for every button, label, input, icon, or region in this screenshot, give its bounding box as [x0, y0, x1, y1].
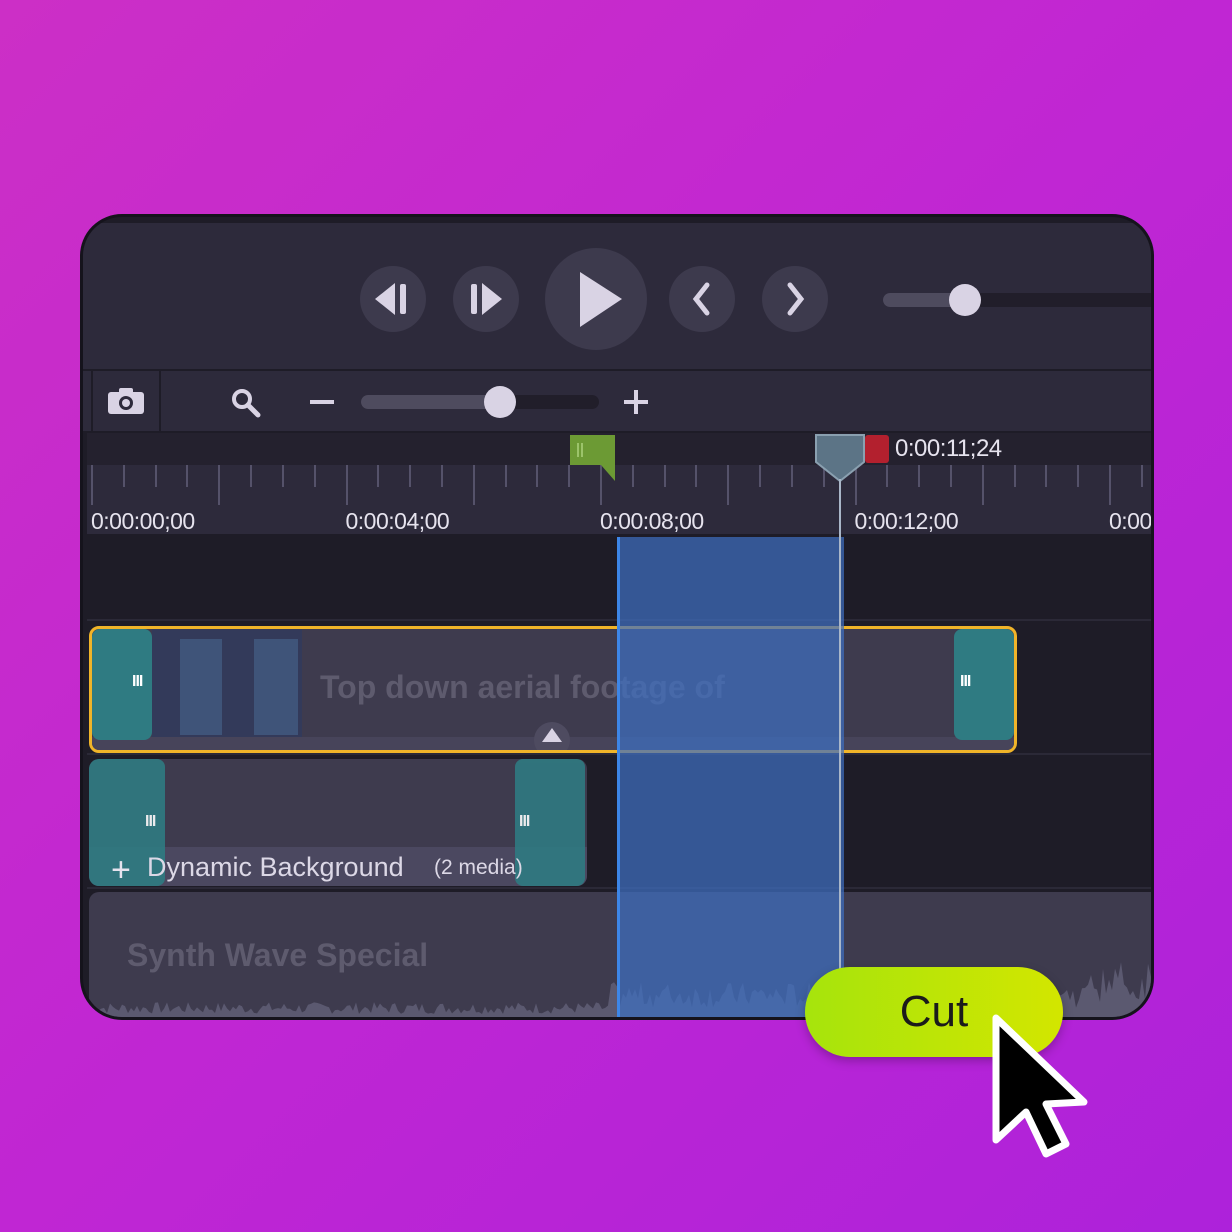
camera-icon [108, 388, 144, 414]
grip-icon: III [145, 813, 156, 830]
zoom-slider-knob[interactable] [484, 386, 516, 418]
time-ruler[interactable]: 0:00:00;00 0:00:04;00 0:00:08;00 0:00:12;00… [87, 465, 1152, 534]
ruler-tick [440, 465, 443, 487]
ruler-tick [536, 465, 539, 487]
ruler-tick [886, 465, 889, 487]
ruler-tick [281, 465, 284, 487]
play-icon [580, 272, 622, 327]
plus-icon[interactable]: + [111, 851, 131, 886]
ruler-tick [1077, 465, 1080, 487]
ruler-tick [409, 465, 412, 487]
ruler-tick [313, 465, 316, 487]
playhead-line[interactable] [839, 479, 841, 1017]
ruler-tick [1013, 465, 1016, 487]
ruler-label: 0:00:08;00 [600, 508, 704, 534]
mouse-cursor-icon [992, 1014, 1088, 1158]
ruler-tick [1045, 465, 1048, 487]
ruler-tick [949, 465, 952, 487]
media-count: (2 media) [434, 856, 523, 879]
expand-button[interactable] [534, 722, 570, 750]
ruler-label: 0:00 [1109, 508, 1152, 534]
clip-thumbnail [180, 639, 222, 735]
ruler-tick [663, 465, 666, 487]
playback-controls [83, 223, 1151, 369]
chevron-left-icon [692, 282, 710, 316]
ruler-tick [218, 465, 221, 505]
zoom-slider[interactable] [361, 386, 599, 418]
ruler-tick [790, 465, 793, 487]
zoom-in-button[interactable] [624, 390, 648, 414]
timeline-editor-window: 0:00:00;00 0:00:04;00 0:00:08;00 0:00:12;00… [80, 214, 1154, 1020]
ruler-label: 0:00:00;00 [91, 508, 195, 534]
ruler-tick [695, 465, 698, 487]
selection-range[interactable] [617, 537, 844, 1017]
ruler-tick [1140, 465, 1143, 487]
step-forward-button[interactable] [453, 266, 519, 332]
clip-left-trim-handle[interactable]: III [92, 629, 152, 740]
ruler-tick [377, 465, 380, 487]
volume-slider[interactable] [883, 284, 1151, 316]
ruler-label: 0:00:04;00 [345, 508, 450, 534]
play-button[interactable] [545, 248, 647, 350]
ruler-tick [472, 465, 475, 505]
next-button[interactable] [762, 266, 828, 332]
chevron-right-icon [787, 282, 805, 316]
previous-button[interactable] [669, 266, 735, 332]
search-icon[interactable] [230, 387, 262, 419]
volume-slider-knob[interactable] [949, 284, 981, 316]
ruler-tick [122, 465, 125, 487]
snapshot-button[interactable] [91, 371, 161, 431]
ruler-tick [504, 465, 507, 487]
grip-icon: III [519, 813, 530, 830]
red-out-marker[interactable] [865, 435, 889, 463]
ruler-tick [345, 465, 348, 505]
ruler-tick [154, 465, 157, 487]
triangle-up-icon [542, 728, 562, 742]
ruler-tick [91, 465, 93, 505]
grip-icon: III [960, 673, 971, 690]
ruler-tick [727, 465, 730, 505]
ruler-label: 0:00:12;00 [854, 508, 959, 534]
step-back-button[interactable] [360, 266, 426, 332]
step-back-icon [375, 283, 406, 315]
ruler-tick [250, 465, 253, 487]
playhead-time: 0:00:11;24 [895, 435, 1002, 462]
ruler-tick [631, 465, 634, 487]
clip-thumbnail [254, 639, 298, 735]
ruler-tick [1109, 465, 1111, 505]
group-clip[interactable]: III III + Dynamic Background (2 media) [89, 759, 587, 886]
ruler-tick [981, 465, 984, 505]
timeline-toolbar [83, 371, 1151, 431]
clip-right-trim-handle[interactable]: III [954, 629, 1014, 740]
clip-title: Dynamic Background [147, 852, 404, 882]
step-forward-icon [471, 283, 502, 315]
ruler-tick [918, 465, 921, 487]
green-marker-icon[interactable] [567, 435, 619, 483]
clip-right-trim-handle[interactable]: III [515, 759, 585, 886]
video-clip[interactable]: III III Top down aerial footage of [89, 626, 1017, 753]
ruler-tick [759, 465, 762, 487]
zoom-slider-fill [361, 395, 501, 409]
grip-icon: III [132, 673, 143, 690]
playhead-handle-icon[interactable] [812, 434, 868, 482]
ruler-tick [186, 465, 189, 487]
zoom-out-button[interactable] [310, 400, 334, 404]
